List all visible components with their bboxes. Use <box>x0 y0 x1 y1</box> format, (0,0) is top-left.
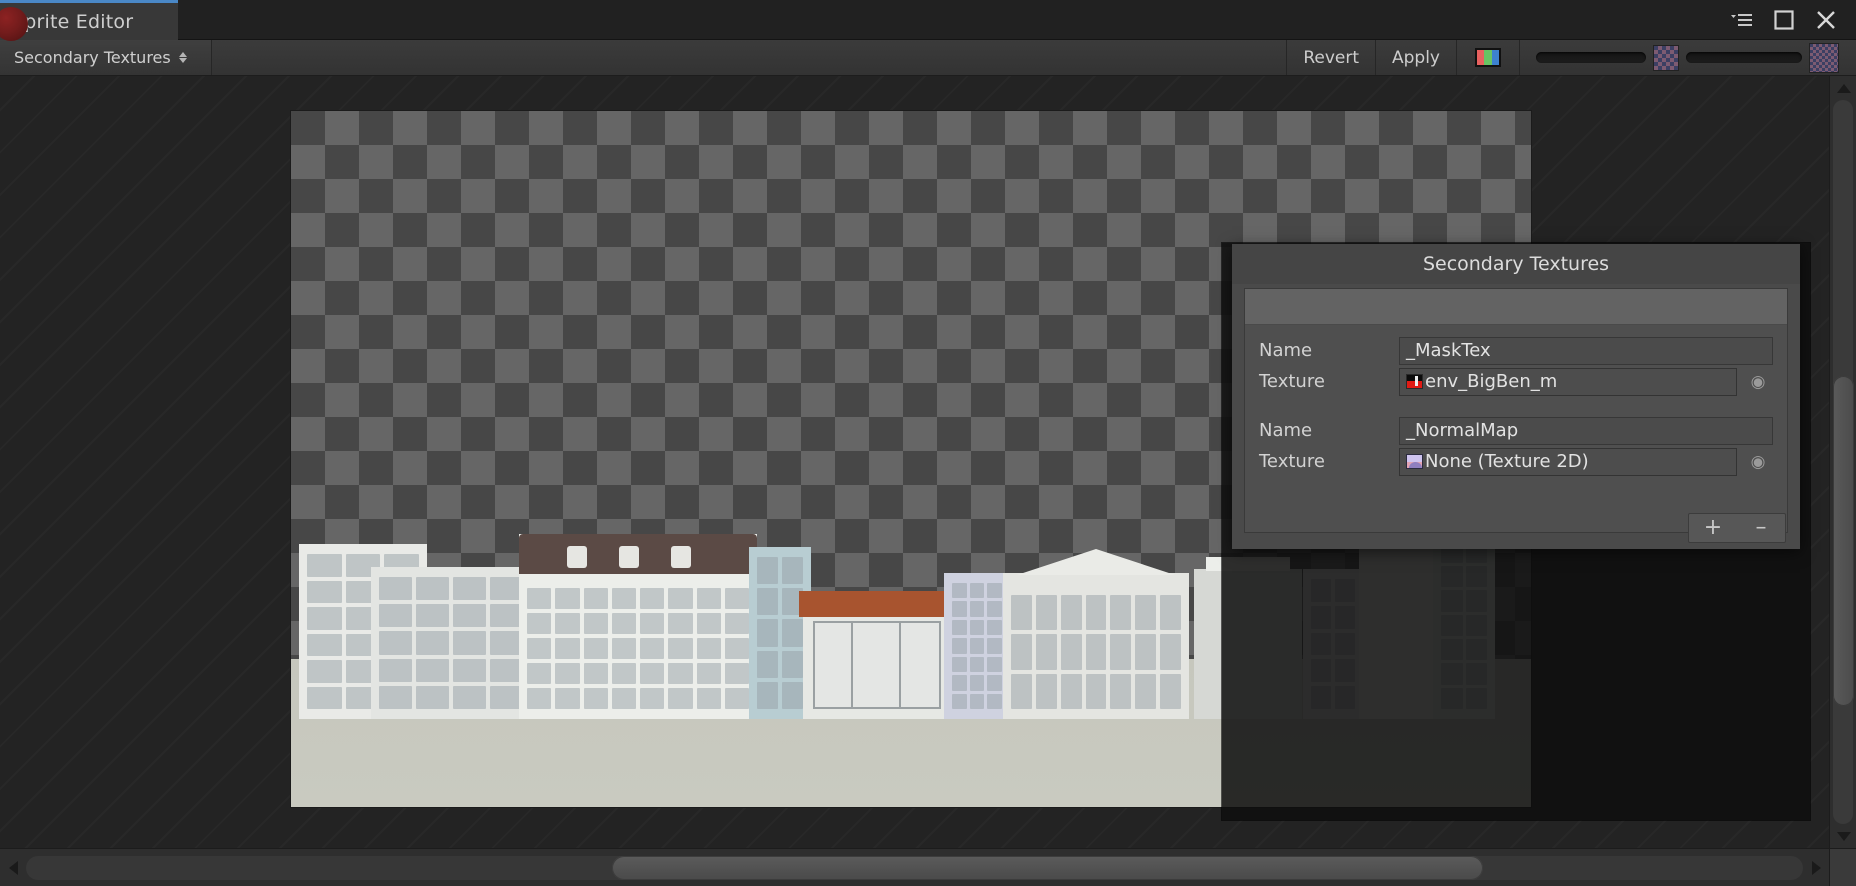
list-footer-buttons: + – <box>1688 513 1786 543</box>
mode-dropdown[interactable]: Secondary Textures <box>0 40 212 75</box>
checker-large-icon[interactable] <box>1809 43 1839 73</box>
checker-small-icon[interactable] <box>1653 45 1679 71</box>
roof <box>519 534 757 574</box>
texture-label: Texture <box>1259 371 1399 392</box>
triangle-left-icon <box>9 861 18 875</box>
scroll-left-button[interactable] <box>0 849 26 886</box>
texture-object-value: env_BigBen_m <box>1425 371 1557 392</box>
building <box>944 573 1010 719</box>
scroll-up-button[interactable] <box>1830 76 1856 100</box>
texture-row: Texture env_BigBen_m ◉ <box>1245 366 1787 397</box>
texture-object-value: None (Texture 2D) <box>1425 451 1589 472</box>
apply-button[interactable]: Apply <box>1375 40 1456 75</box>
mask-texture-thumbnail-icon <box>1406 374 1423 389</box>
horizontal-scroll-track[interactable] <box>26 856 1803 880</box>
window-maximize-button[interactable] <box>1764 0 1804 40</box>
zoom-controls <box>1519 40 1856 75</box>
texture-picker-button[interactable]: ◉ <box>1743 372 1773 392</box>
add-entry-button[interactable]: + <box>1689 514 1737 542</box>
scroll-right-button[interactable] <box>1803 849 1829 886</box>
scroll-down-button[interactable] <box>1830 824 1856 848</box>
chevron-updown-icon <box>179 52 187 63</box>
name-input[interactable]: _NormalMap <box>1399 417 1773 445</box>
name-label: Name <box>1259 420 1399 441</box>
building <box>803 591 951 719</box>
image-thumbnail-icon <box>1406 454 1423 469</box>
vertical-scrollbar[interactable] <box>1829 76 1856 848</box>
name-row: Name _MaskTex <box>1245 335 1787 366</box>
window-titlebar: Sprite Editor <box>0 0 1856 40</box>
window-grid <box>519 578 757 719</box>
building <box>749 547 811 719</box>
horizontal-scroll-thumb[interactable] <box>612 856 1483 880</box>
tab-label: Sprite Editor <box>12 11 133 33</box>
texture-row: Texture None (Texture 2D) ◉ <box>1245 446 1787 477</box>
list-header-bar <box>1245 289 1787 325</box>
rgb-swatch-icon <box>1475 48 1501 67</box>
toolbar-spacer <box>212 40 1286 75</box>
close-x-icon <box>1815 9 1837 31</box>
texture-label: Texture <box>1259 451 1399 472</box>
revert-button[interactable]: Revert <box>1286 40 1375 75</box>
window-grid <box>749 547 811 719</box>
texture-object-field[interactable]: None (Texture 2D) <box>1399 448 1737 476</box>
zoom-slider-left[interactable] <box>1536 52 1646 63</box>
triangle-up-icon <box>1837 84 1851 93</box>
hamburger-menu-icon <box>1730 11 1754 29</box>
vertical-scroll-thumb[interactable] <box>1833 376 1854 706</box>
mode-dropdown-label: Secondary Textures <box>14 48 171 67</box>
window-grid <box>1003 585 1189 719</box>
name-input[interactable]: _MaskTex <box>1399 337 1773 365</box>
roof <box>799 591 955 617</box>
window-grid <box>944 573 1010 719</box>
texture-entries: Name _MaskTex Texture env_BigBen_m ◉ <box>1245 325 1787 493</box>
window-controls <box>1722 0 1856 40</box>
window-grid <box>371 567 531 719</box>
sprite-editor-window: Sprite Editor <box>0 0 1856 886</box>
texture-entry: Name _MaskTex Texture env_BigBen_m ◉ <box>1245 333 1787 413</box>
secondary-textures-title: Secondary Textures <box>1232 244 1800 284</box>
sprite-editor-toolbar: Secondary Textures Revert Apply <box>0 40 1856 76</box>
texture-entry: Name _NormalMap Texture None (Texture 2D… <box>1245 413 1787 493</box>
building <box>371 567 531 719</box>
maximize-square-icon <box>1773 9 1795 31</box>
scrollbar-corner <box>1829 848 1856 886</box>
secondary-textures-panel: Secondary Textures Name _MaskTex Texture… <box>1232 244 1800 549</box>
triangle-down-icon <box>1837 832 1851 841</box>
texture-object-field[interactable]: env_BigBen_m <box>1399 368 1737 396</box>
name-row: Name _NormalMap <box>1245 415 1787 446</box>
building <box>519 534 757 719</box>
name-label: Name <box>1259 340 1399 361</box>
building <box>1003 573 1189 719</box>
remove-entry-button[interactable]: – <box>1737 514 1785 542</box>
window-close-button[interactable] <box>1806 0 1846 40</box>
rgb-channel-button[interactable] <box>1456 40 1519 75</box>
horizontal-scrollbar[interactable] <box>0 848 1829 886</box>
texture-picker-button[interactable]: ◉ <box>1743 452 1773 472</box>
secondary-textures-list: Name _MaskTex Texture env_BigBen_m ◉ <box>1244 288 1788 533</box>
pediment <box>1017 549 1175 575</box>
zoom-slider-right[interactable] <box>1686 52 1802 63</box>
triangle-right-icon <box>1812 861 1821 875</box>
window-menu-button[interactable] <box>1722 0 1762 40</box>
